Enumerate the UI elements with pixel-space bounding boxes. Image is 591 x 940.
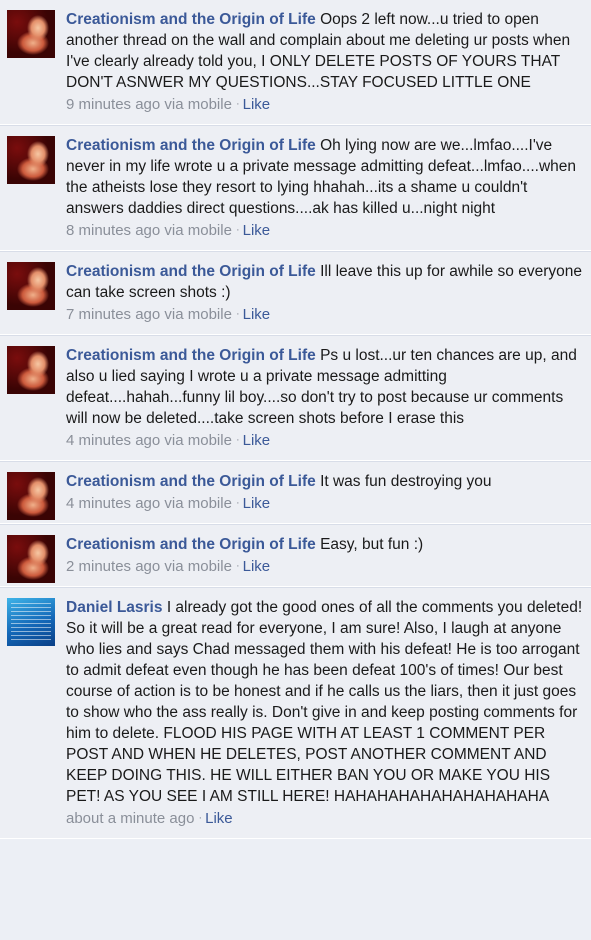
comment-author-link[interactable]: Creationism and the Origin of Life <box>66 11 316 28</box>
profile-avatar[interactable] <box>7 262 55 310</box>
separator-dot: · <box>235 560 240 572</box>
comment-text: Creationism and the Origin of Life Oops … <box>66 9 583 93</box>
comment-text: Creationism and the Origin of Life Easy,… <box>66 534 583 555</box>
profile-avatar[interactable] <box>7 598 55 646</box>
separator-dot: · <box>198 812 203 824</box>
comment-meta: 8 minutes ago via mobile · Like <box>66 220 583 241</box>
comment-timestamp[interactable]: 7 minutes ago via mobile <box>66 306 232 323</box>
comment-text: Creationism and the Origin of Life It wa… <box>66 471 583 492</box>
comment-meta: 4 minutes ago via mobile · Like <box>66 493 583 514</box>
comment-author-link[interactable]: Creationism and the Origin of Life <box>66 536 316 553</box>
separator-dot: · <box>235 434 240 446</box>
comment-item: Creationism and the Origin of Life Ps u … <box>0 335 591 461</box>
like-link[interactable]: Like <box>243 96 271 113</box>
like-link[interactable]: Like <box>243 432 271 449</box>
comment-text: Creationism and the Origin of Life Ill l… <box>66 261 583 303</box>
separator-dot: · <box>235 497 240 509</box>
comment-timestamp[interactable]: 8 minutes ago via mobile <box>66 222 232 239</box>
comment-timestamp[interactable]: 4 minutes ago via mobile <box>66 432 232 449</box>
comment-text: Creationism and the Origin of Life Oh ly… <box>66 135 583 219</box>
comment-body: It was fun destroying you <box>320 473 492 490</box>
profile-avatar[interactable] <box>7 346 55 394</box>
comment-item: Daniel Lasris I already got the good one… <box>0 587 591 839</box>
comment-feed: Creationism and the Origin of Life Oops … <box>0 0 591 839</box>
comment-timestamp[interactable]: 2 minutes ago via mobile <box>66 558 232 575</box>
profile-avatar[interactable] <box>7 472 55 520</box>
like-link[interactable]: Like <box>243 222 271 239</box>
comment-timestamp[interactable]: 4 minutes ago via mobile <box>66 495 232 512</box>
comment-meta: 7 minutes ago via mobile · Like <box>66 304 583 325</box>
comment-author-link[interactable]: Creationism and the Origin of Life <box>66 263 316 280</box>
comment-author-link[interactable]: Creationism and the Origin of Life <box>66 473 316 490</box>
comment-timestamp[interactable]: 9 minutes ago via mobile <box>66 96 232 113</box>
comment-item: Creationism and the Origin of Life Oh ly… <box>0 125 591 251</box>
comment-author-link[interactable]: Creationism and the Origin of Life <box>66 137 316 154</box>
comment-body: Easy, but fun :) <box>320 536 424 553</box>
comment-text: Creationism and the Origin of Life Ps u … <box>66 345 583 429</box>
separator-dot: · <box>235 308 240 320</box>
comment-meta: 9 minutes ago via mobile · Like <box>66 94 583 115</box>
comment-item: Creationism and the Origin of Life Ill l… <box>0 251 591 335</box>
comment-timestamp[interactable]: about a minute ago <box>66 810 194 827</box>
comment-meta: 4 minutes ago via mobile · Like <box>66 430 583 451</box>
separator-dot: · <box>235 98 240 110</box>
comment-text: Daniel Lasris I already got the good one… <box>66 597 583 807</box>
avatar-texture <box>11 603 51 641</box>
like-link[interactable]: Like <box>243 558 271 575</box>
like-link[interactable]: Like <box>205 810 233 827</box>
like-link[interactable]: Like <box>243 306 271 323</box>
profile-avatar[interactable] <box>7 535 55 583</box>
comment-meta: 2 minutes ago via mobile · Like <box>66 556 583 577</box>
comment-author-link[interactable]: Daniel Lasris <box>66 599 163 616</box>
separator-dot: · <box>235 224 240 236</box>
comment-item: Creationism and the Origin of Life It wa… <box>0 461 591 524</box>
comment-author-link[interactable]: Creationism and the Origin of Life <box>66 347 316 364</box>
comment-body: I already got the good ones of all the c… <box>66 599 583 805</box>
comment-meta: about a minute ago · Like <box>66 808 583 829</box>
profile-avatar[interactable] <box>7 136 55 184</box>
like-link[interactable]: Like <box>243 495 271 512</box>
comment-item: Creationism and the Origin of Life Oops … <box>0 0 591 125</box>
comment-item: Creationism and the Origin of Life Easy,… <box>0 524 591 587</box>
profile-avatar[interactable] <box>7 10 55 58</box>
